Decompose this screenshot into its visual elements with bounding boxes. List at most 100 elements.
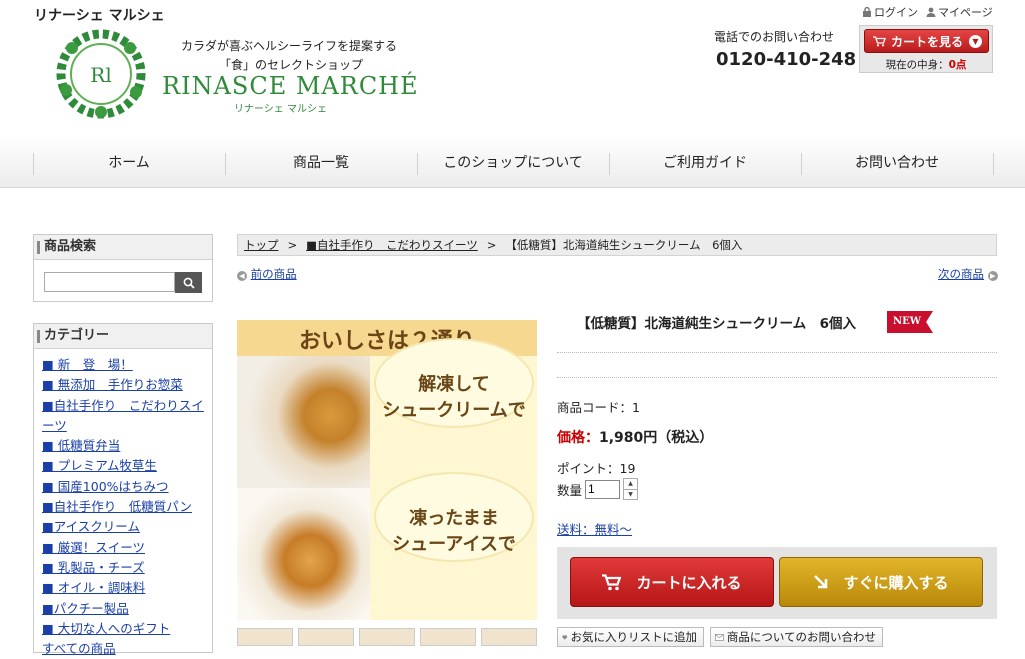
quantity-stepper[interactable]: ▲ ▼ bbox=[623, 478, 639, 500]
add-to-cart-button[interactable]: カートに入れる bbox=[570, 557, 774, 607]
cart-box: カートを見る ▼ 現在の中身：0点 bbox=[859, 25, 993, 73]
view-cart-button[interactable]: カートを見る ▼ bbox=[864, 29, 989, 53]
quantity-label: 数量 bbox=[557, 482, 583, 498]
thumbnail[interactable] bbox=[237, 628, 293, 646]
svg-text:Rl: Rl bbox=[90, 63, 111, 87]
prev-product-link[interactable]: ◀ 前の商品 bbox=[237, 266, 297, 282]
increment-icon[interactable]: ▲ bbox=[624, 479, 637, 489]
product-inquiry-button[interactable]: 商品についてのお問い合わせ bbox=[710, 627, 883, 647]
product-search-box: 商品検索 bbox=[33, 234, 213, 302]
thumbnail-strip bbox=[237, 628, 537, 646]
cart-icon bbox=[602, 573, 622, 590]
search-button[interactable] bbox=[175, 272, 202, 293]
logo-text[interactable]: RINASCE MARCHÉ bbox=[162, 72, 419, 100]
category-link[interactable]: ■パクチー製品 bbox=[42, 601, 129, 616]
chevron-left-icon: ◀ bbox=[237, 271, 247, 281]
quantity-input[interactable] bbox=[585, 479, 621, 499]
decrement-icon[interactable]: ▼ bbox=[624, 489, 638, 500]
buy-now-label: すぐに購入する bbox=[843, 573, 949, 592]
tagline-line2: 「食」のセレクトショップ bbox=[219, 58, 364, 72]
price-label: 価格： bbox=[557, 430, 599, 446]
thumbnail[interactable] bbox=[481, 628, 537, 646]
points-value: 19 bbox=[619, 461, 636, 476]
prev-product-label[interactable]: 前の商品 bbox=[251, 267, 297, 281]
global-nav: ホーム 商品一覧 このショップについて ご利用ガイド お問い合わせ bbox=[0, 140, 1025, 188]
product-code: 商品コード：1 bbox=[557, 397, 640, 416]
category-link[interactable]: すべての商品 bbox=[42, 641, 116, 656]
cream-puff-ice-photo bbox=[237, 488, 370, 620]
cream-puff-photo bbox=[237, 356, 370, 488]
product-code-value: 1 bbox=[632, 400, 640, 415]
product-price: 価格：1,980円（税込） bbox=[557, 427, 713, 447]
nav-about[interactable]: このショップについて bbox=[417, 140, 609, 188]
cart-current: 現在の中身：0点 bbox=[860, 57, 992, 72]
nav-products[interactable]: 商品一覧 bbox=[225, 140, 417, 188]
category-link[interactable]: ■ 低糖質弁当 bbox=[42, 438, 120, 453]
points-label: ポイント： bbox=[557, 461, 620, 476]
mypage-link[interactable]: マイページ bbox=[926, 4, 993, 20]
logo-subtitle: リナーシェ マルシェ bbox=[234, 104, 327, 115]
category-link[interactable]: ■ 国産100%はちみつ bbox=[42, 479, 169, 494]
image-bubble-text: 凍ったまま シューアイスで bbox=[392, 508, 516, 555]
tel-number: 0120-410-248 bbox=[716, 49, 857, 70]
mail-icon bbox=[715, 633, 724, 641]
chevron-right-icon: ▶ bbox=[987, 271, 998, 281]
thumbnail[interactable] bbox=[298, 628, 354, 646]
category-link[interactable]: ■ プレミアム牧草生 bbox=[42, 458, 157, 473]
buy-now-button[interactable]: すぐに購入する bbox=[779, 557, 983, 607]
thumbnail[interactable] bbox=[420, 628, 476, 646]
category-link[interactable]: ■ 厳選！スイーツ bbox=[42, 540, 145, 555]
tel-label: 電話でのお問い合わせ bbox=[714, 30, 835, 44]
tagline-line1: カラダが喜ぶヘルシーライフを提案する bbox=[181, 39, 398, 53]
category-link[interactable]: ■自社手作り こだわりスイーツ bbox=[42, 398, 204, 433]
next-product-label[interactable]: 次の商品 bbox=[938, 267, 984, 281]
divider bbox=[557, 352, 997, 353]
product-main-image[interactable]: おいしさは２通り 解凍して シュークリームで 凍ったまま シューアイスで bbox=[237, 320, 537, 620]
category-list: ■ 新 登 場！ ■ 無添加 手作りお惣菜 ■自社手作り こだわりスイーツ ■ … bbox=[34, 349, 212, 659]
cart-current-label: 現在の中身： bbox=[885, 59, 949, 71]
heart-icon bbox=[562, 634, 568, 640]
category-link[interactable]: ■ オイル・調味料 bbox=[42, 580, 145, 595]
cart-icon bbox=[873, 35, 886, 46]
breadcrumb-top-link[interactable]: トップ bbox=[244, 238, 279, 252]
breadcrumb-category-link[interactable]: ■自社手作り こだわりスイーツ bbox=[306, 238, 478, 252]
mypage-label: マイページ bbox=[938, 6, 993, 19]
search-icon bbox=[183, 277, 195, 289]
new-badge: NEW bbox=[887, 311, 933, 333]
login-label: ログイン bbox=[874, 6, 918, 19]
category-link[interactable]: ■ 無添加 手作りお惣菜 bbox=[42, 377, 183, 392]
product-code-label: 商品コード： bbox=[557, 400, 633, 415]
price-value: 1,980円（税込） bbox=[599, 430, 714, 446]
thumbnail[interactable] bbox=[359, 628, 415, 646]
product-inquiry-label: 商品についてのお問い合わせ bbox=[726, 630, 876, 644]
logo-wreath-icon[interactable]: Rl bbox=[52, 28, 150, 120]
nav-guide[interactable]: ご利用ガイド bbox=[609, 140, 801, 188]
site-header: リナーシェ マルシェ Rl カラダが喜ぶヘルシーライフを提案する 「食」のセレク… bbox=[0, 0, 1025, 148]
next-product-link[interactable]: 次の商品 ▶ bbox=[938, 266, 998, 282]
category-link[interactable]: ■自社手作り 低糖質パン bbox=[42, 499, 192, 514]
site-name: リナーシェ マルシェ bbox=[34, 8, 165, 24]
image-bubble-text: 解凍して シュークリームで bbox=[382, 374, 526, 421]
product-points: ポイント：19 bbox=[557, 458, 635, 477]
nav-contact[interactable]: お問い合わせ bbox=[801, 140, 993, 188]
purchase-area: カートに入れる すぐに購入する bbox=[557, 547, 997, 619]
category-box: カテゴリー ■ 新 登 場！ ■ 無添加 手作りお惣菜 ■自社手作り こだわりス… bbox=[33, 323, 213, 656]
search-title: 商品検索 bbox=[34, 235, 212, 260]
category-link[interactable]: ■ 新 登 場！ bbox=[42, 357, 133, 372]
search-input[interactable] bbox=[44, 272, 175, 292]
category-link[interactable]: ■ 乳製品・チーズ bbox=[42, 560, 145, 575]
divider bbox=[557, 377, 997, 378]
add-favorite-button[interactable]: お気に入りリストに追加 bbox=[557, 627, 704, 647]
user-icon bbox=[926, 7, 936, 17]
product-title: 【低糖質】北海道純生シュークリーム 6個入 bbox=[577, 316, 856, 332]
login-link[interactable]: ログイン bbox=[862, 4, 918, 20]
shipping-link[interactable]: 送料：無料～ bbox=[557, 519, 632, 538]
nav-home[interactable]: ホーム bbox=[33, 140, 225, 188]
lock-icon bbox=[863, 7, 871, 17]
view-cart-label: カートを見る bbox=[891, 34, 964, 49]
category-link[interactable]: ■ 大切な人へのギフト bbox=[42, 621, 170, 636]
arrow-down-right-icon bbox=[814, 575, 828, 589]
breadcrumb-separator: > bbox=[287, 238, 298, 252]
category-link[interactable]: ■アイスクリーム bbox=[42, 519, 140, 534]
breadcrumb-current: 【低糖質】北海道純生シュークリーム 6個入 bbox=[505, 238, 743, 252]
